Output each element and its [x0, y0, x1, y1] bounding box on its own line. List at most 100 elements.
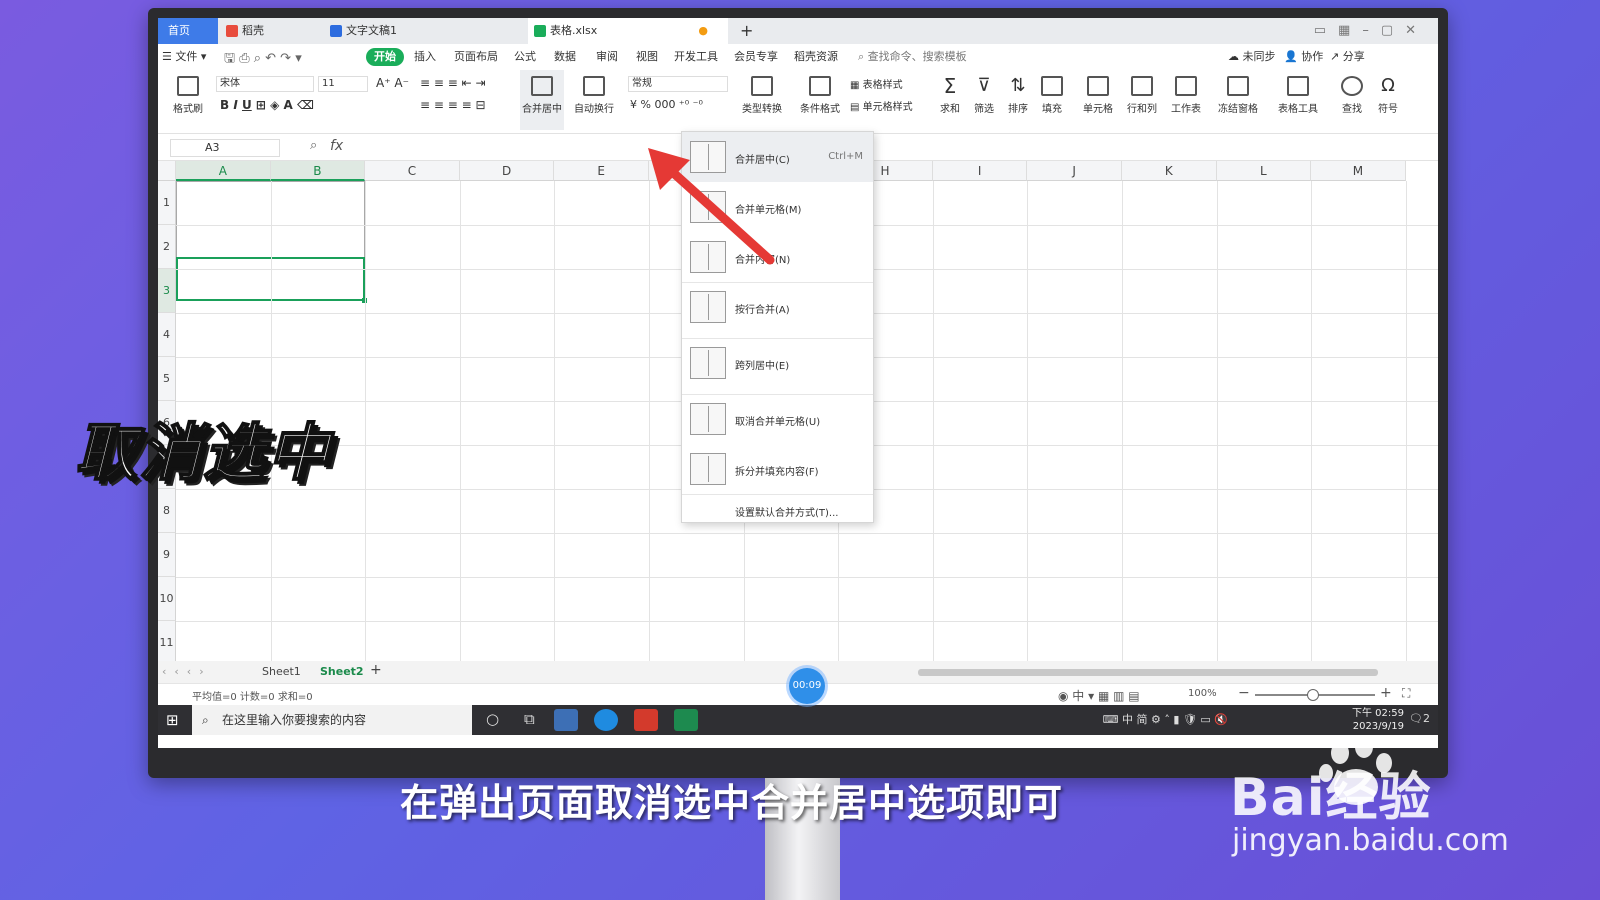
- status-summary: 平均值=0 计数=0 求和=0: [192, 692, 313, 703]
- table-style-button[interactable]: ▦ 表格样式: [850, 76, 903, 91]
- menu-view[interactable]: 视图: [636, 48, 658, 66]
- merge-option-4[interactable]: 按行合并(A): [682, 282, 873, 332]
- column-header-b[interactable]: B: [270, 161, 366, 181]
- task-view-icon[interactable]: ⧉: [524, 710, 535, 728]
- horizontal-scrollbar[interactable]: [918, 669, 1378, 676]
- fullscreen-icon[interactable]: ⛶: [1402, 686, 1410, 701]
- menu-developer[interactable]: 开发工具: [674, 48, 718, 66]
- collab-label: 协作: [1301, 50, 1324, 63]
- menu-docer-resources[interactable]: 稻壳资源: [794, 48, 838, 66]
- windows-start-icon[interactable]: ⊞: [166, 711, 179, 729]
- sheet-tab-2[interactable]: Sheet2: [320, 664, 364, 680]
- column-header-i[interactable]: I: [932, 161, 1028, 181]
- name-box[interactable]: A3: [170, 139, 280, 157]
- row-header-10[interactable]: 10: [158, 577, 176, 621]
- number-format-buttons[interactable]: ¥ % 000 ⁺⁰ ⁻⁰: [630, 98, 703, 111]
- align-top-buttons[interactable]: ≡ ≡ ≡ ⇤ ⇥: [420, 76, 486, 90]
- taskbar-clock[interactable]: 下午 02:59 2023/9/19: [1352, 707, 1404, 733]
- column-header-m[interactable]: M: [1311, 161, 1406, 181]
- row-header-3[interactable]: 3: [158, 269, 176, 313]
- sort-icon: ⇅: [1010, 75, 1026, 96]
- symbol-button[interactable]: Ω 符号: [1366, 70, 1410, 130]
- new-tab-button[interactable]: +: [736, 18, 756, 44]
- menu-file[interactable]: ☰ 文件 ▾: [162, 48, 206, 66]
- tab-writer-doc[interactable]: 文字文稿1: [324, 18, 524, 44]
- menu-page-layout[interactable]: 页面布局: [454, 48, 498, 66]
- merge-center-button[interactable]: 合并居中: [520, 70, 564, 130]
- menu-data[interactable]: 数据: [554, 48, 576, 66]
- column-header-j[interactable]: J: [1027, 161, 1122, 181]
- window-controls[interactable]: ▭▦–▢✕: [1314, 18, 1428, 44]
- system-tray[interactable]: ⌨ 中 简 ⚙ ˄ ▮ 🛡 ▭ 🔇: [1103, 705, 1228, 735]
- wrap-text-icon: [583, 76, 605, 96]
- column-header-c[interactable]: C: [365, 161, 460, 181]
- zoom-slider[interactable]: [1255, 689, 1375, 701]
- grid-column-line: [1311, 181, 1313, 661]
- row-header-8[interactable]: 8: [158, 489, 176, 533]
- column-header-l[interactable]: L: [1216, 161, 1312, 181]
- tab-home[interactable]: 首页: [158, 18, 218, 44]
- taskbar-search[interactable]: ⌕ 在这里输入你要搜索的内容: [192, 705, 472, 735]
- merge-default-setting[interactable]: 设置默认合并方式(T)...: [735, 504, 838, 519]
- menu-member[interactable]: 会员专享: [734, 48, 778, 66]
- align-horizontal-buttons[interactable]: ≡ ≡ ≡ ≡ ⊟: [420, 98, 486, 112]
- zoom-out-icon[interactable]: −: [1238, 685, 1250, 701]
- notification-icon[interactable]: 🗨2: [1409, 712, 1430, 725]
- taskbar-app-excel-icon[interactable]: [674, 709, 698, 731]
- wrap-text-button[interactable]: 自动换行: [572, 70, 616, 130]
- merge-option-5[interactable]: 跨列居中(E): [682, 338, 873, 388]
- row-header-9[interactable]: 9: [158, 533, 176, 577]
- view-icons[interactable]: ◉ 中 ▾ ▦ ▥ ▤: [1058, 687, 1140, 704]
- row-header-1[interactable]: 1: [158, 181, 176, 225]
- add-sheet-button[interactable]: +: [370, 662, 382, 678]
- menu-home[interactable]: 开始: [366, 48, 404, 66]
- zoom-formula-icon[interactable]: ⌕: [310, 138, 317, 153]
- merge-option-7[interactable]: 拆分并填充内容(F): [682, 444, 873, 494]
- row-col-button[interactable]: 行和列: [1120, 70, 1164, 130]
- sheet-tab-1[interactable]: Sheet1: [262, 664, 301, 680]
- fill-button[interactable]: 填充: [1030, 70, 1074, 130]
- cortana-icon[interactable]: ○: [486, 710, 499, 728]
- column-header-d[interactable]: D: [459, 161, 555, 181]
- zoom-in-icon[interactable]: +: [1380, 685, 1392, 701]
- font-size-select[interactable]: 11: [318, 76, 368, 92]
- cell-style-button[interactable]: ▤ 单元格样式: [850, 98, 913, 113]
- font-name-select[interactable]: 宋体: [216, 76, 314, 92]
- menu-insert[interactable]: 插入: [414, 48, 436, 66]
- taskbar-app-qq-browser-icon[interactable]: [594, 709, 618, 731]
- type-convert-button[interactable]: 类型转换: [740, 70, 784, 130]
- command-search[interactable]: ⌕ 查找命令、搜索模板: [858, 48, 967, 66]
- column-header-a[interactable]: A: [176, 161, 271, 181]
- menu-formula[interactable]: 公式: [514, 48, 536, 66]
- merge-option-6[interactable]: 取消合并单元格(U): [682, 394, 873, 444]
- row-header-5[interactable]: 5: [158, 357, 176, 401]
- row-header-2[interactable]: 2: [158, 225, 176, 269]
- zoom-level[interactable]: 100%: [1188, 688, 1217, 699]
- worksheet-button[interactable]: 工作表: [1164, 70, 1208, 130]
- column-header-k[interactable]: K: [1122, 161, 1217, 181]
- command-search-label: 查找命令、搜索模板: [867, 50, 967, 63]
- tab-docer[interactable]: 稻壳: [220, 18, 320, 44]
- share-button[interactable]: ↗ 分享: [1330, 48, 1365, 66]
- taskbar-app-wps-icon[interactable]: [634, 709, 658, 731]
- collab-button[interactable]: 👤 协作: [1284, 48, 1323, 66]
- fx-icon[interactable]: fx: [330, 138, 343, 154]
- font-grow-shrink-icons[interactable]: A⁺ A⁻: [376, 76, 409, 90]
- menu-review[interactable]: 审阅: [596, 48, 618, 66]
- cell-button[interactable]: 单元格: [1076, 70, 1120, 130]
- row-header-4[interactable]: 4: [158, 313, 176, 357]
- column-header-e[interactable]: E: [554, 161, 649, 181]
- cond-format-button[interactable]: 条件格式: [798, 70, 842, 130]
- sync-status[interactable]: ☁ 未同步: [1228, 48, 1276, 66]
- row-header-11[interactable]: 11: [158, 621, 176, 665]
- freeze-panes-button[interactable]: 冻结窗格: [1216, 70, 1260, 130]
- font-style-buttons[interactable]: B I U ⊞ ◈ A ⌫: [220, 98, 314, 112]
- tab-spreadsheet[interactable]: 表格.xlsx ●: [528, 18, 728, 44]
- quick-access-icons[interactable]: 🖫 ⎙ ⌕ ↶ ↷ ▾: [224, 49, 302, 71]
- number-format-select[interactable]: 常规: [628, 76, 728, 92]
- sheet-nav-arrows[interactable]: ‹‹‹›: [162, 664, 212, 680]
- select-all-corner[interactable]: [158, 161, 176, 181]
- table-tools-button[interactable]: 表格工具: [1276, 70, 1320, 130]
- format-painter-button[interactable]: 格式刷: [166, 70, 210, 130]
- taskbar-app-browser-icon[interactable]: [554, 709, 578, 731]
